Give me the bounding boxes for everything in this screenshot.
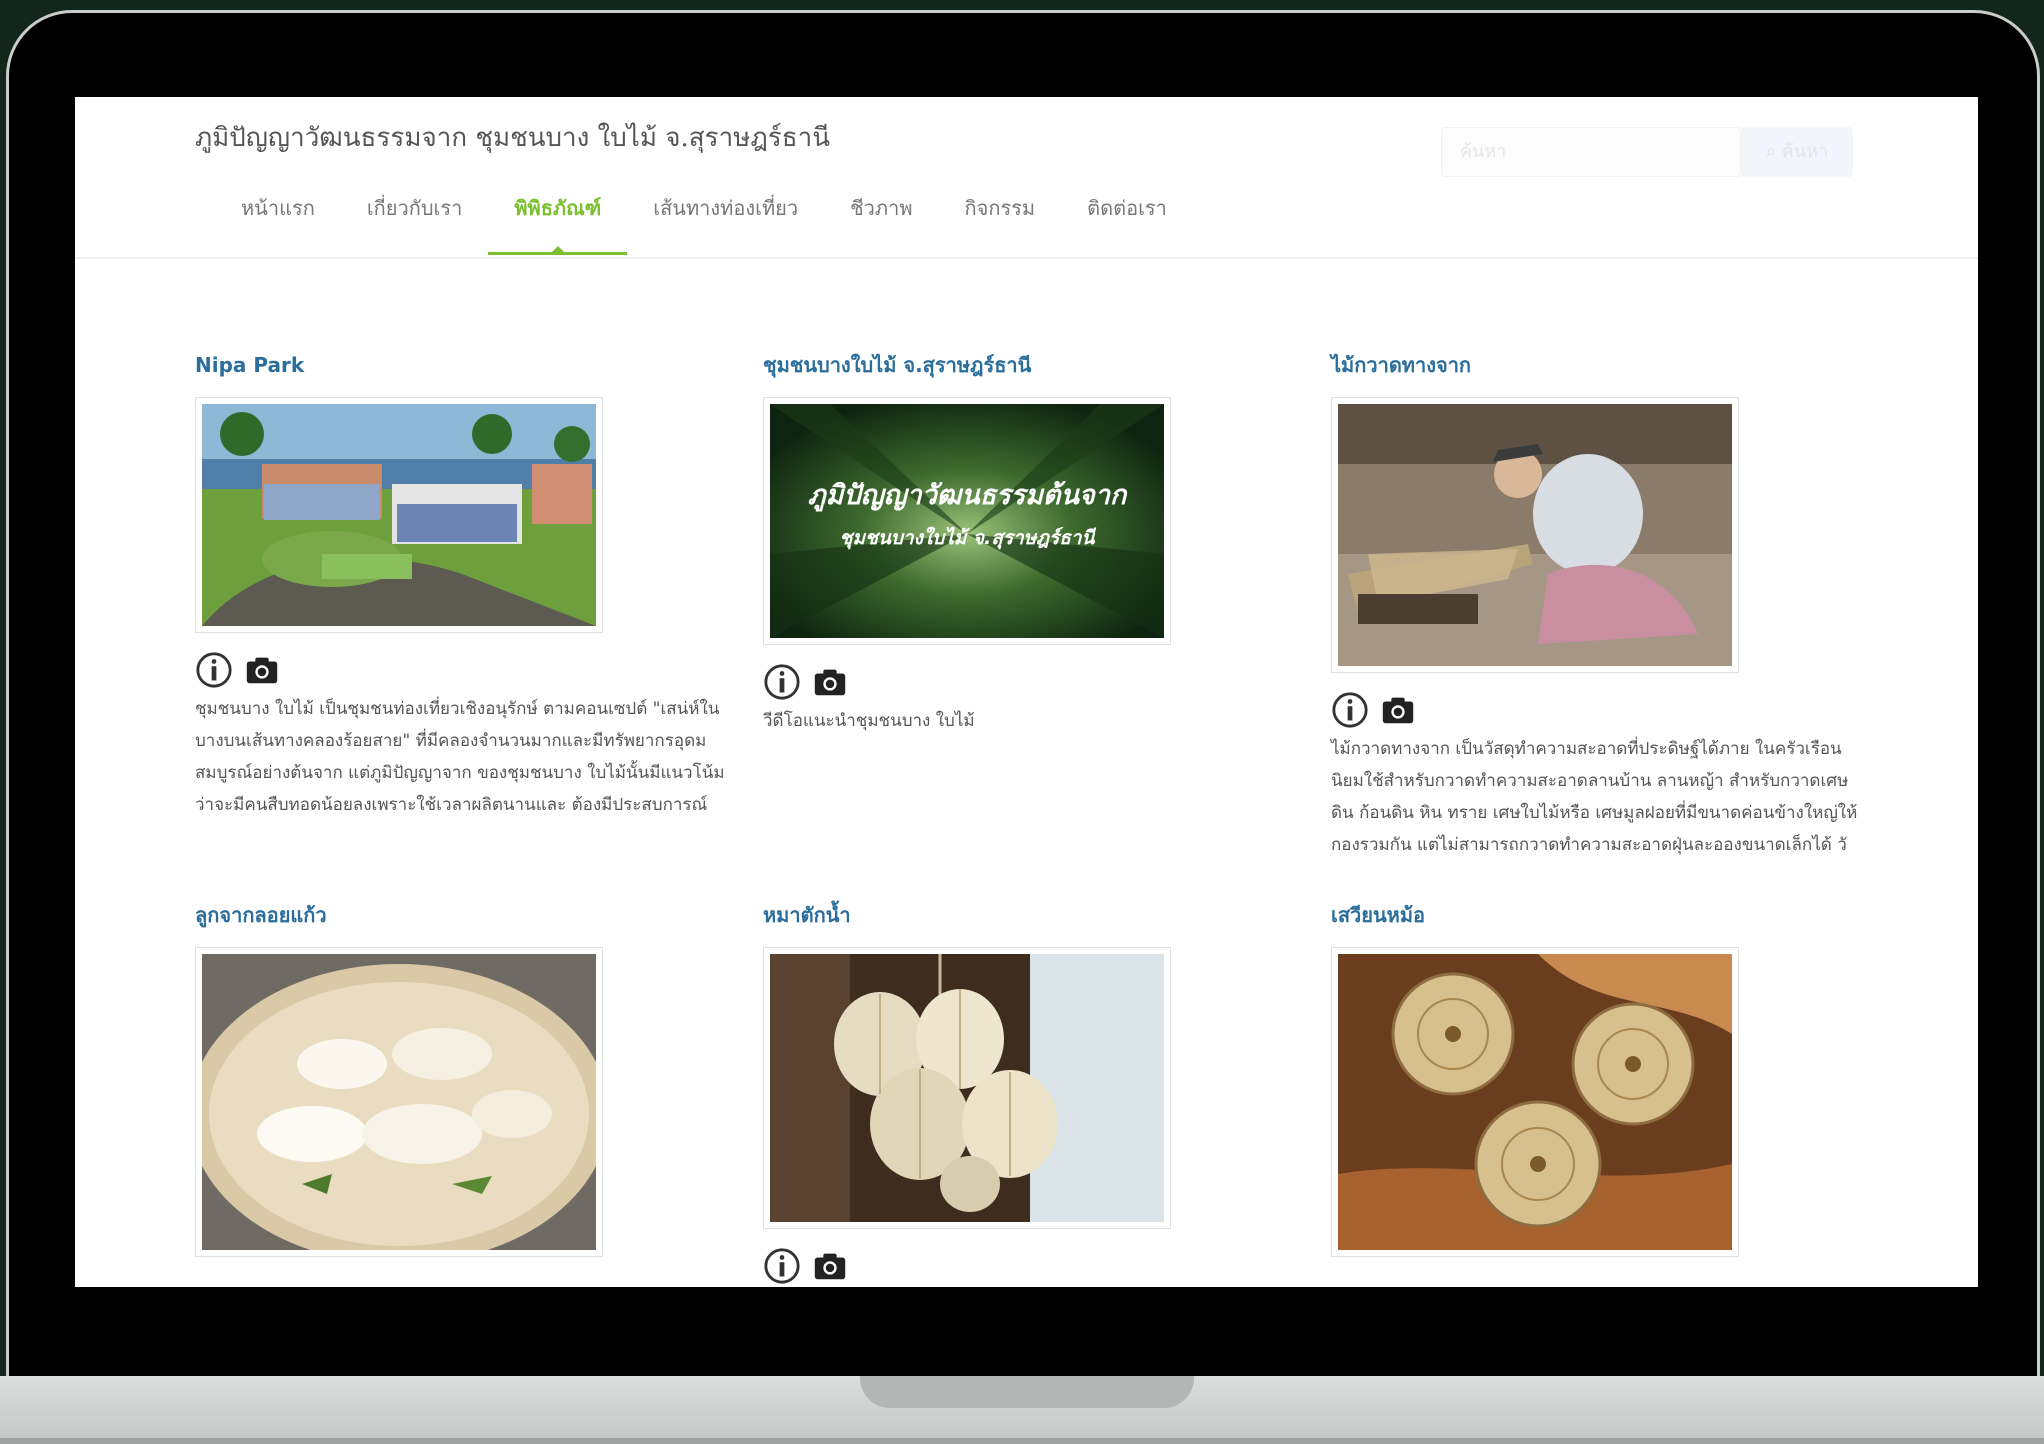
card-title[interactable]: หมาตักน้ำ: [763, 901, 1303, 929]
search-input[interactable]: ค้นหา: [1441, 127, 1741, 177]
card-description: ชุมชนบาง ใบไม้ เป็นชุมชนท่องเที่ยวเชิงอน…: [195, 699, 725, 815]
search-button[interactable]: ⌕ ค้นหา: [1741, 127, 1853, 177]
laptop-base-edge: [0, 1438, 2044, 1444]
card-actions: [763, 1247, 1303, 1285]
pot-rings-image: [1338, 954, 1732, 1250]
card-image-broom[interactable]: [1331, 397, 1739, 673]
card-image-resort[interactable]: [195, 397, 603, 633]
laptop-notch: [860, 1376, 1194, 1408]
museum-card: เสวียนหม้อ: [1331, 901, 1871, 1257]
card-actions: [763, 663, 1303, 701]
card-description: วีดีโอแนะนำชุมชนบาง ใบไม้: [763, 711, 975, 731]
card-title[interactable]: ไม้กวาดทางจาก: [1331, 351, 1871, 379]
card-actions: [195, 651, 735, 689]
card-actions: [1331, 691, 1871, 729]
info-icon[interactable]: [763, 663, 801, 701]
museum-card: Nipa Park ชุมชนบาง ใบไม้ เป็นชุมชนท่องเท…: [195, 351, 735, 821]
camera-icon[interactable]: [811, 663, 849, 701]
banner-text-line1: ภูมิปัญญาวัฒนธรรมต้นจาก: [808, 480, 1128, 512]
broom-maker-image: [1338, 404, 1732, 666]
museum-card: ลูกจากลอยแก้ว: [195, 901, 735, 1257]
search-button-label: ค้นหา: [1781, 141, 1829, 162]
nav-item-activities[interactable]: กิจกรรม: [939, 193, 1062, 255]
palm-tunnel-image: ภูมิปัญญาวัฒนธรรมต้นจาก ชุมชนบางใบไม้ จ.…: [770, 404, 1164, 638]
nav-item-museum[interactable]: พิพิธภัณฑ์: [488, 193, 628, 255]
card-title[interactable]: เสวียนหม้อ: [1331, 901, 1871, 929]
water-scoops-image: [770, 954, 1164, 1222]
info-icon[interactable]: [195, 651, 233, 689]
museum-card: ชุมชนบางใบไม้ จ.สุราษฎร์ธานี ภูมิปัญญาวั…: [763, 351, 1303, 737]
card-title[interactable]: ลูกจากลอยแก้ว: [195, 901, 735, 929]
nav-item-contact[interactable]: ติดต่อเรา: [1061, 193, 1193, 255]
info-icon[interactable]: [1331, 691, 1369, 729]
main-nav: หน้าแรก เกี่ยวกับเรา พิพิธภัณฑ์ เส้นทางท…: [215, 193, 1193, 255]
camera-icon[interactable]: [1379, 691, 1417, 729]
dessert-image: [202, 954, 596, 1250]
card-image-palm-banner[interactable]: ภูมิปัญญาวัฒนธรรมต้นจาก ชุมชนบางใบไม้ จ.…: [763, 397, 1171, 645]
card-image-pot-rings[interactable]: [1331, 947, 1739, 1257]
camera-icon[interactable]: [811, 1247, 849, 1285]
site-header: ภูมิปัญญาวัฒนธรรมจาก ชุมชนบาง ใบไม้ จ.สุ…: [75, 97, 1978, 259]
nav-item-routes[interactable]: เส้นทางท่องเที่ยว: [627, 193, 824, 255]
nav-item-home[interactable]: หน้าแรก: [215, 193, 341, 255]
nav-item-about[interactable]: เกี่ยวกับเรา: [341, 193, 489, 255]
card-image-water-scoops[interactable]: [763, 947, 1171, 1229]
card-image-dessert[interactable]: [195, 947, 603, 1257]
camera-icon[interactable]: [243, 651, 281, 689]
resort-image: [202, 404, 596, 626]
search-icon: ⌕: [1765, 141, 1777, 162]
card-description: ไม้กวาดทางจาก เป็นวัสดุทำความสะอาดที่ประ…: [1331, 739, 1858, 855]
info-icon[interactable]: [763, 1247, 801, 1285]
site-title[interactable]: ภูมิปัญญาวัฒนธรรมจาก ชุมชนบาง ใบไม้ จ.สุ…: [195, 117, 830, 158]
card-title[interactable]: Nipa Park: [195, 351, 735, 379]
banner-text-line2: ชุมชนบางใบไม้ จ.สุราษฎร์ธานี: [840, 526, 1097, 550]
museum-card: ไม้กวาดทางจาก ไม้กวาดทางจาก เป็นวัสดุทำค…: [1331, 351, 1871, 861]
nav-item-biology[interactable]: ชีวภาพ: [824, 193, 938, 255]
browser-screen: ภูมิปัญญาวัฒนธรรมจาก ชุมชนบาง ใบไม้ จ.สุ…: [75, 97, 1978, 1287]
museum-card: หมาตักน้ำ: [763, 901, 1303, 1285]
card-title[interactable]: ชุมชนบางใบไม้ จ.สุราษฎร์ธานี: [763, 351, 1303, 379]
